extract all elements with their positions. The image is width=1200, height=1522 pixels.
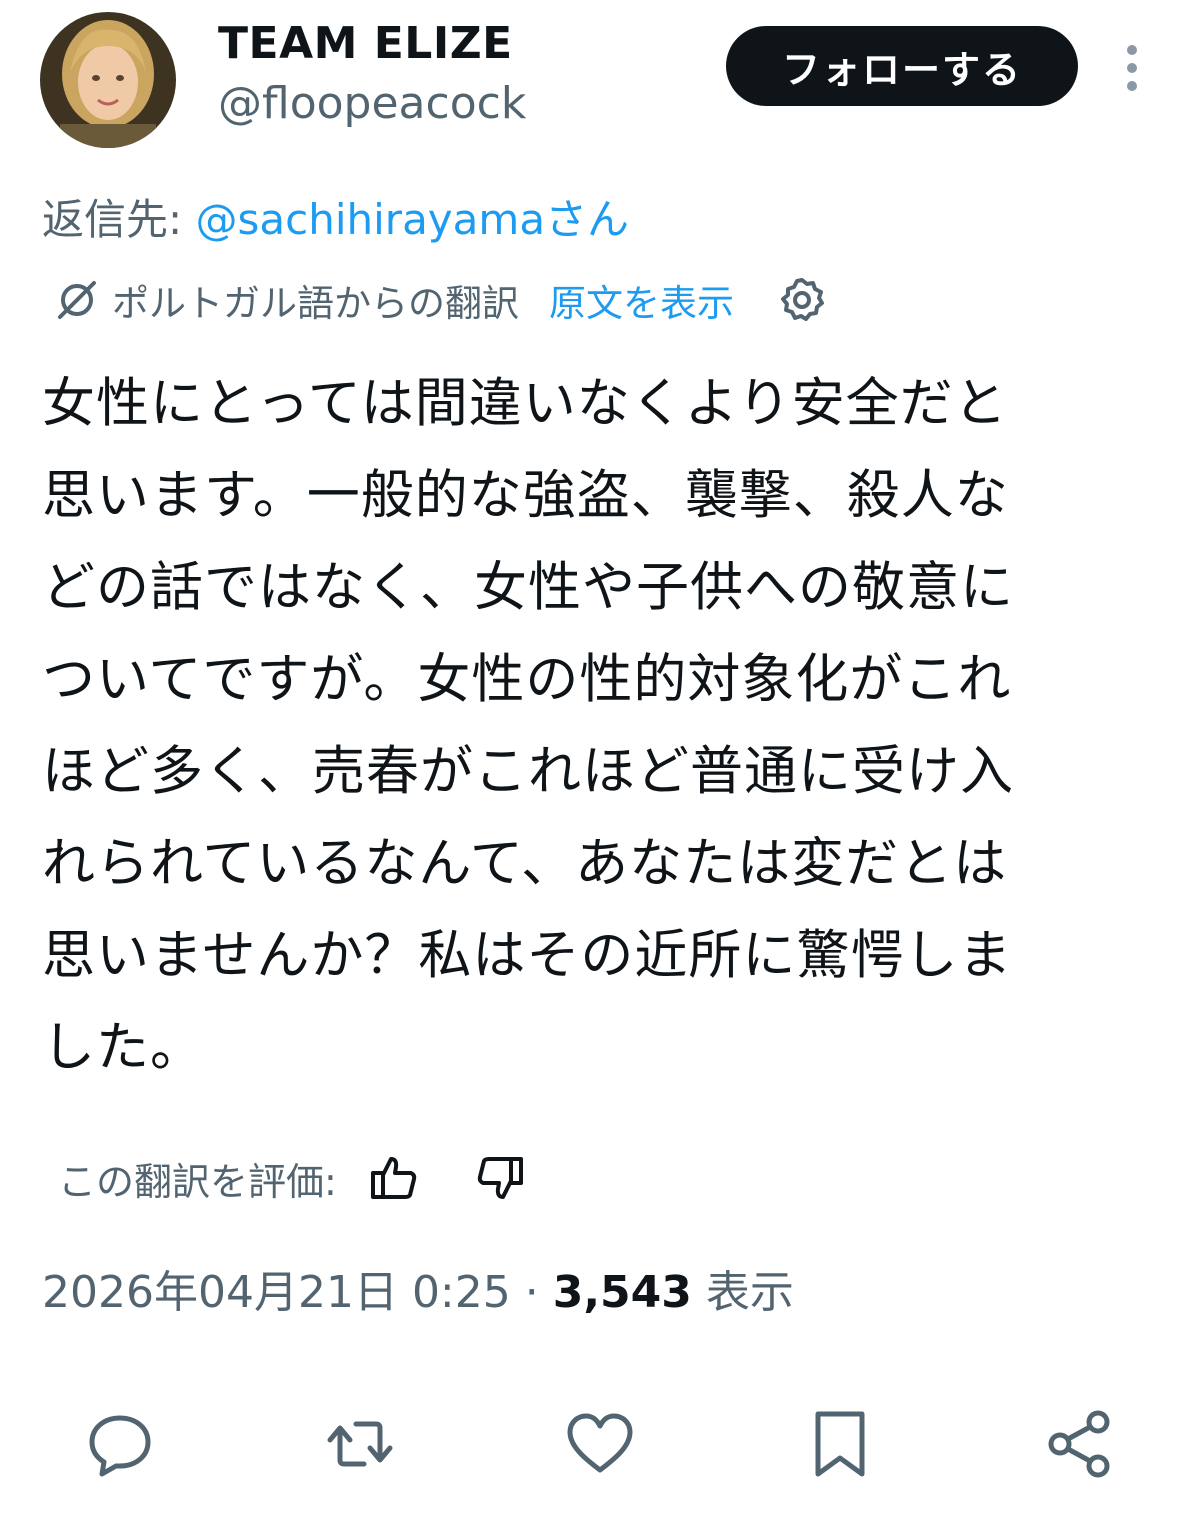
user-avatar[interactable] [40,12,176,148]
show-original-link[interactable]: 原文を表示 [549,273,734,327]
like-icon[interactable] [564,1408,636,1480]
tweet-text: 女性にとっては間違いなくより安全だと 思います。一般的な強盗、襲撃、殺人な どの… [42,373,1014,1078]
views-count: 3,543 [552,1267,692,1318]
translation-rating: この翻訳を評価: [58,1148,527,1208]
timestamp[interactable]: 2026年04月21日 0:25 · [42,1267,553,1318]
retweet-icon[interactable] [324,1408,396,1480]
action-bar [0,1400,1200,1490]
views-label: 表示 [691,1267,794,1318]
bookmark-icon[interactable] [804,1408,876,1480]
reply-prefix: 返信先: [42,195,196,244]
user-handle[interactable]: @floopeacock [218,78,526,129]
translation-bar: ポルトガル語からの翻訳 原文を表示 [54,272,826,328]
reply-to-line: 返信先: @sachihirayamaさん [42,186,629,247]
more-vertical-icon[interactable] [1116,40,1148,96]
reply-icon[interactable] [84,1408,156,1480]
thumbs-down-icon[interactable] [473,1151,527,1205]
display-name[interactable]: TEAM ELIZE [218,18,513,69]
translate-icon [54,277,100,323]
tweet-header: TEAM ELIZE @floopeacock フォローする [0,0,1200,170]
thumbs-up-icon[interactable] [367,1151,421,1205]
translation-label: ポルトガル語からの翻訳 [112,282,519,325]
gear-icon[interactable] [778,276,826,324]
share-icon[interactable] [1044,1408,1116,1480]
follow-button[interactable]: フォローする [726,26,1078,106]
tweet-meta: 2026年04月21日 0:25 · 3,543 表示 [42,1256,794,1320]
reply-mention-link[interactable]: @sachihirayamaさん [196,195,630,244]
rating-label: この翻訳を評価: [58,1159,337,1204]
